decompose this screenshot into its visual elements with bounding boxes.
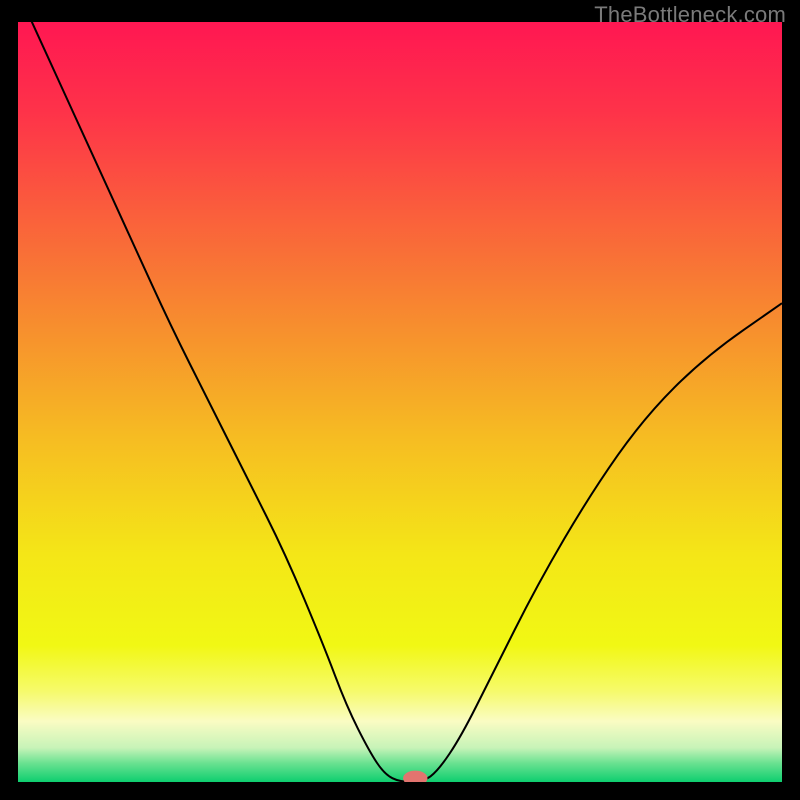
chart-svg — [18, 22, 782, 782]
chart-frame: TheBottleneck.com — [0, 0, 800, 800]
plot-area — [18, 22, 782, 782]
background-rect — [18, 22, 782, 782]
watermark-text: TheBottleneck.com — [594, 2, 786, 28]
